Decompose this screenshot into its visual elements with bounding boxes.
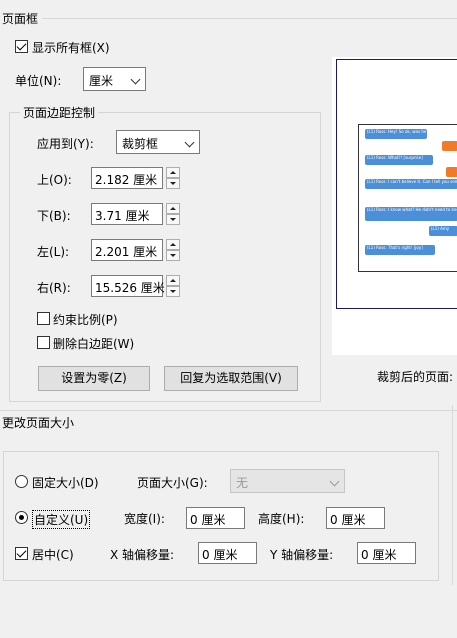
remove-white-label[interactable]: 删除白边距(W)	[53, 335, 134, 352]
bottom-margin-spinner[interactable]	[166, 203, 180, 225]
show-all-checkbox[interactable]	[15, 40, 28, 53]
preview-bubble	[442, 141, 457, 151]
page-size-select[interactable]: 无	[230, 469, 345, 493]
preview-caption: 裁剪后的页面:	[377, 370, 454, 384]
top-margin-label: 上(O):	[37, 173, 72, 187]
chevron-down-icon	[329, 476, 340, 487]
bottom-margin-input[interactable]: 3.71 厘米	[91, 203, 163, 225]
top-margin-spinner[interactable]	[166, 167, 180, 189]
preview-bubble	[446, 167, 457, 177]
page-size-title: 更改页面大小	[0, 414, 78, 431]
top-margin-value: 2.182 厘米	[95, 173, 158, 187]
chevron-down-icon	[130, 74, 141, 85]
crop-box: (L1) Ross: Hey! So ok, was he mailed abo…	[358, 124, 457, 272]
page-size-value: 无	[236, 476, 249, 490]
preview-bubble: (L1) Ross: What?! [surprise]	[365, 155, 433, 165]
show-all-label[interactable]: 显示所有框(X)	[32, 39, 110, 56]
x-offset-value: 0 厘米	[202, 548, 238, 562]
margin-control-title: 页面边距控制	[20, 104, 99, 121]
preview-bubble: (L1) Ross: I know what? He didn't need t…	[365, 207, 457, 221]
top-margin-input[interactable]: 2.182 厘米	[91, 167, 163, 189]
unit-label: 单位(N):	[15, 74, 62, 88]
right-margin-label: 右(R):	[37, 281, 71, 295]
width-label: 宽度(I):	[124, 512, 165, 526]
chevron-down-icon	[184, 137, 195, 148]
left-margin-label: 左(L):	[37, 245, 70, 259]
center-label[interactable]: 居中(C)	[32, 546, 74, 563]
height-value: 0 厘米	[330, 513, 366, 527]
fixed-size-radio[interactable]	[15, 475, 28, 488]
page-size-label: 页面大小(G):	[137, 476, 208, 490]
section-divider	[0, 410, 457, 411]
page-border-title: 页面框	[2, 12, 39, 26]
x-offset-input[interactable]: 0 厘米	[198, 542, 257, 564]
custom-radio[interactable]	[15, 511, 28, 524]
x-offset-label: X 轴偏移量:	[110, 548, 175, 562]
fixed-size-label[interactable]: 固定大小(D)	[32, 474, 99, 491]
remove-white-checkbox[interactable]	[37, 336, 50, 349]
spin-down-icon[interactable]	[166, 214, 180, 225]
preview-bubble: (L1) Ross: That's right! [joy]	[365, 245, 435, 255]
spin-up-icon[interactable]	[166, 239, 180, 250]
right-panel-edge	[452, 405, 457, 585]
y-offset-label: Y 轴偏移量:	[270, 548, 334, 562]
preview-bubble: (L1) Ross: I can't believe it. Can I tel…	[365, 179, 457, 189]
bottom-margin-label: 下(B):	[37, 209, 71, 223]
unit-select[interactable]: 厘米	[83, 67, 146, 91]
custom-label[interactable]: 自定义(U)	[32, 510, 91, 529]
height-label: 高度(H):	[258, 512, 305, 526]
apply-to-select[interactable]: 裁剪框	[116, 130, 200, 154]
center-checkbox[interactable]	[15, 547, 28, 560]
spin-up-icon[interactable]	[166, 167, 180, 178]
page-border-divider	[42, 18, 457, 19]
unit-value: 厘米	[89, 74, 114, 88]
width-value: 0 厘米	[190, 513, 226, 527]
set-zero-button[interactable]: 设置为零(Z)	[38, 366, 150, 391]
left-margin-value: 2.201 厘米	[95, 245, 158, 259]
page-preview: (L1) Ross: Hey! So ok, was he mailed abo…	[332, 57, 457, 355]
right-margin-spinner[interactable]	[166, 275, 180, 297]
left-margin-input[interactable]: 2.201 厘米	[91, 239, 163, 261]
preview-bubble: (L1) Amy	[429, 226, 457, 236]
apply-to-value: 裁剪框	[122, 137, 159, 151]
apply-to-label: 应用到(Y):	[37, 137, 94, 151]
preview-bubble: (L1) Ross: Hey! So ok, was he mailed abo…	[365, 129, 427, 139]
constrain-label[interactable]: 约束比例(P)	[53, 311, 118, 328]
right-margin-value: 15.526 厘米	[95, 281, 165, 295]
constrain-checkbox[interactable]	[37, 312, 50, 325]
spin-up-icon[interactable]	[166, 203, 180, 214]
spin-up-icon[interactable]	[166, 275, 180, 286]
bottom-margin-value: 3.71 厘米	[95, 209, 150, 223]
right-margin-input[interactable]: 15.526 厘米	[91, 275, 165, 297]
height-input[interactable]: 0 厘米	[326, 507, 385, 529]
spin-down-icon[interactable]	[166, 250, 180, 261]
revert-button[interactable]: 回复为选取范围(V)	[164, 366, 298, 391]
y-offset-input[interactable]: 0 厘米	[357, 542, 416, 564]
spin-down-icon[interactable]	[166, 178, 180, 189]
spin-down-icon[interactable]	[166, 286, 180, 297]
left-margin-spinner[interactable]	[166, 239, 180, 261]
width-input[interactable]: 0 厘米	[186, 507, 245, 529]
y-offset-value: 0 厘米	[361, 548, 397, 562]
